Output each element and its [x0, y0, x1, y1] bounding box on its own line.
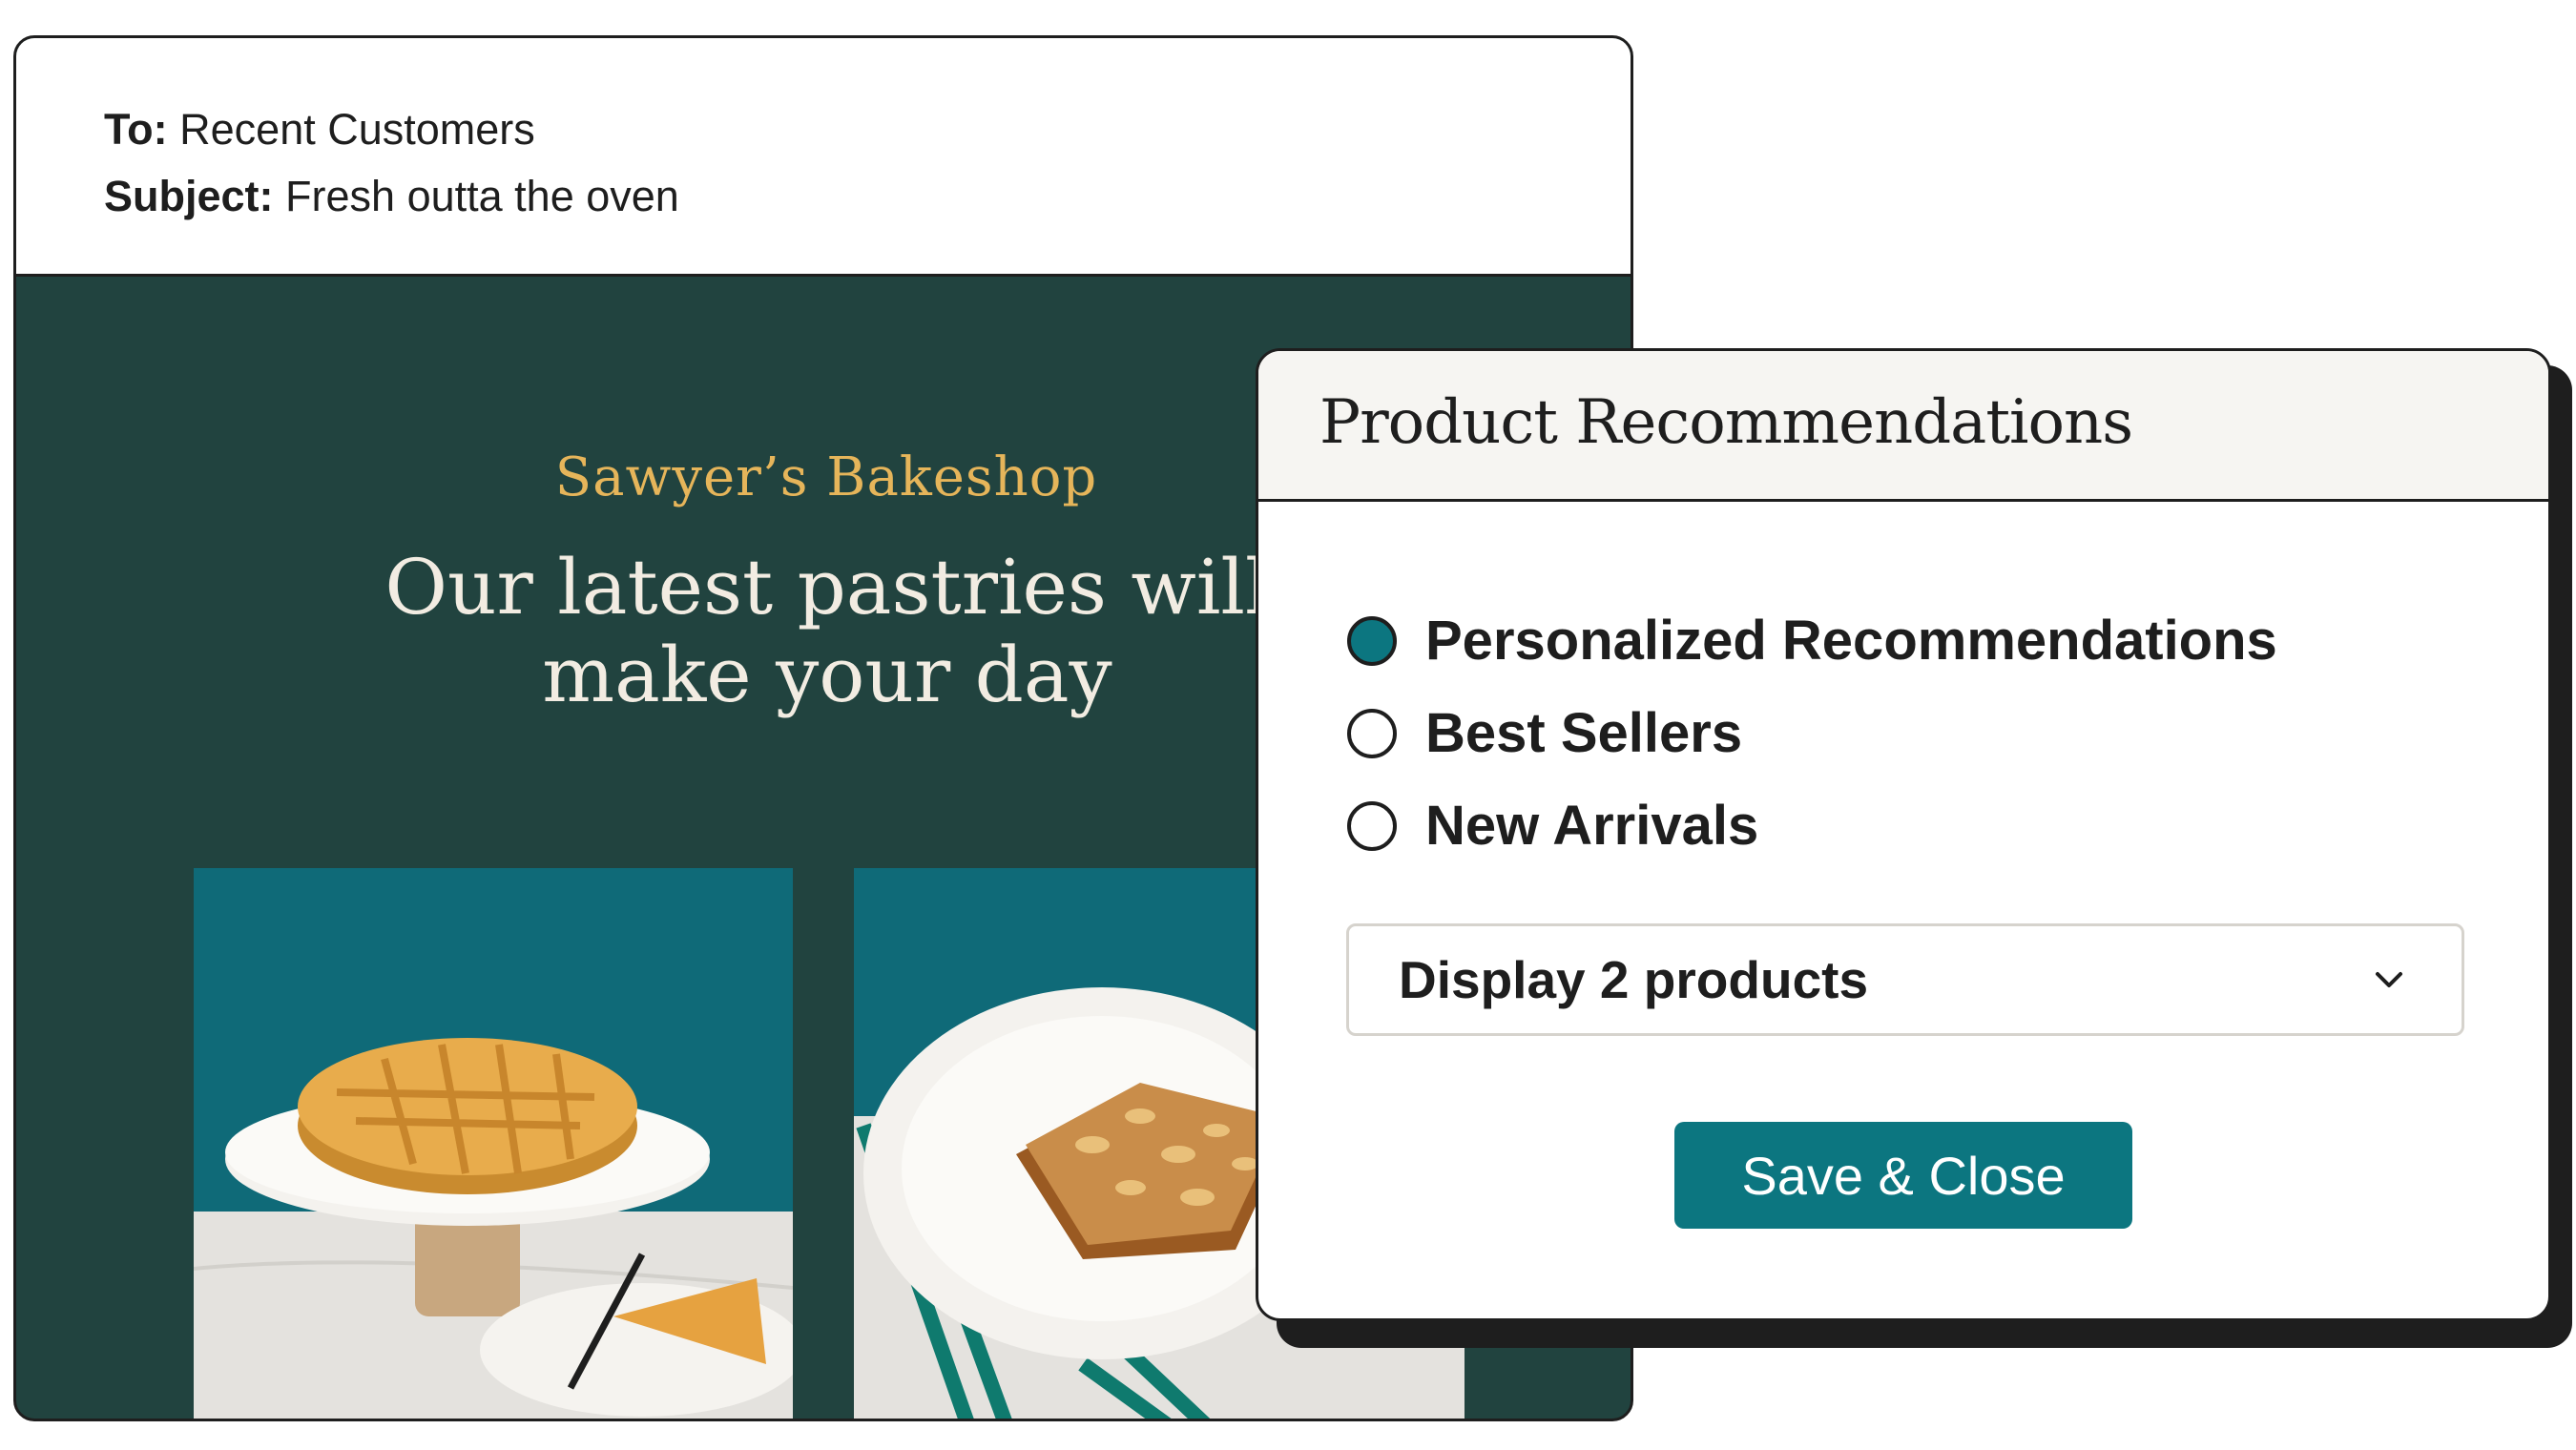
option-label: New Arrivals: [1425, 795, 1759, 857]
subject-value: Fresh outta the oven: [285, 172, 679, 220]
headline-line-2: make your day: [542, 631, 1112, 719]
chevron-down-icon: [2376, 972, 2402, 987]
product-recommendations-panel: Product Recommendations Personalized Rec…: [1256, 348, 2551, 1321]
panel-title: Product Recommendations: [1319, 387, 2133, 458]
option-label: Best Sellers: [1425, 702, 1743, 764]
display-count-select[interactable]: Display 2 products: [1346, 923, 2464, 1036]
email-headline: Our latest pastries will make your day: [255, 544, 1400, 719]
option-best-sellers[interactable]: Best Sellers: [1347, 701, 1742, 765]
product-image-pie: [194, 868, 793, 1419]
to-value: Recent Customers: [179, 105, 535, 154]
email-header: To: Recent Customers Subject: Fresh outt…: [16, 38, 1631, 277]
save-close-button[interactable]: Save & Close: [1674, 1122, 2132, 1229]
radio-button-selected[interactable]: [1347, 615, 1397, 666]
email-to-line: To: Recent Customers: [104, 105, 535, 155]
radio-button[interactable]: [1347, 708, 1397, 758]
subject-label: Subject:: [104, 172, 274, 220]
option-label: Personalized Recommendations: [1425, 610, 2277, 672]
select-value: Display 2 products: [1399, 950, 1869, 1009]
to-label: To:: [104, 105, 168, 154]
panel-header: Product Recommendations: [1258, 351, 2548, 502]
headline-line-1: Our latest pastries will: [384, 543, 1270, 632]
option-new-arrivals[interactable]: New Arrivals: [1347, 794, 1758, 858]
option-personalized-recommendations[interactable]: Personalized Recommendations: [1347, 609, 2277, 673]
radio-button[interactable]: [1347, 800, 1397, 851]
email-subject-line: Subject: Fresh outta the oven: [104, 172, 679, 221]
